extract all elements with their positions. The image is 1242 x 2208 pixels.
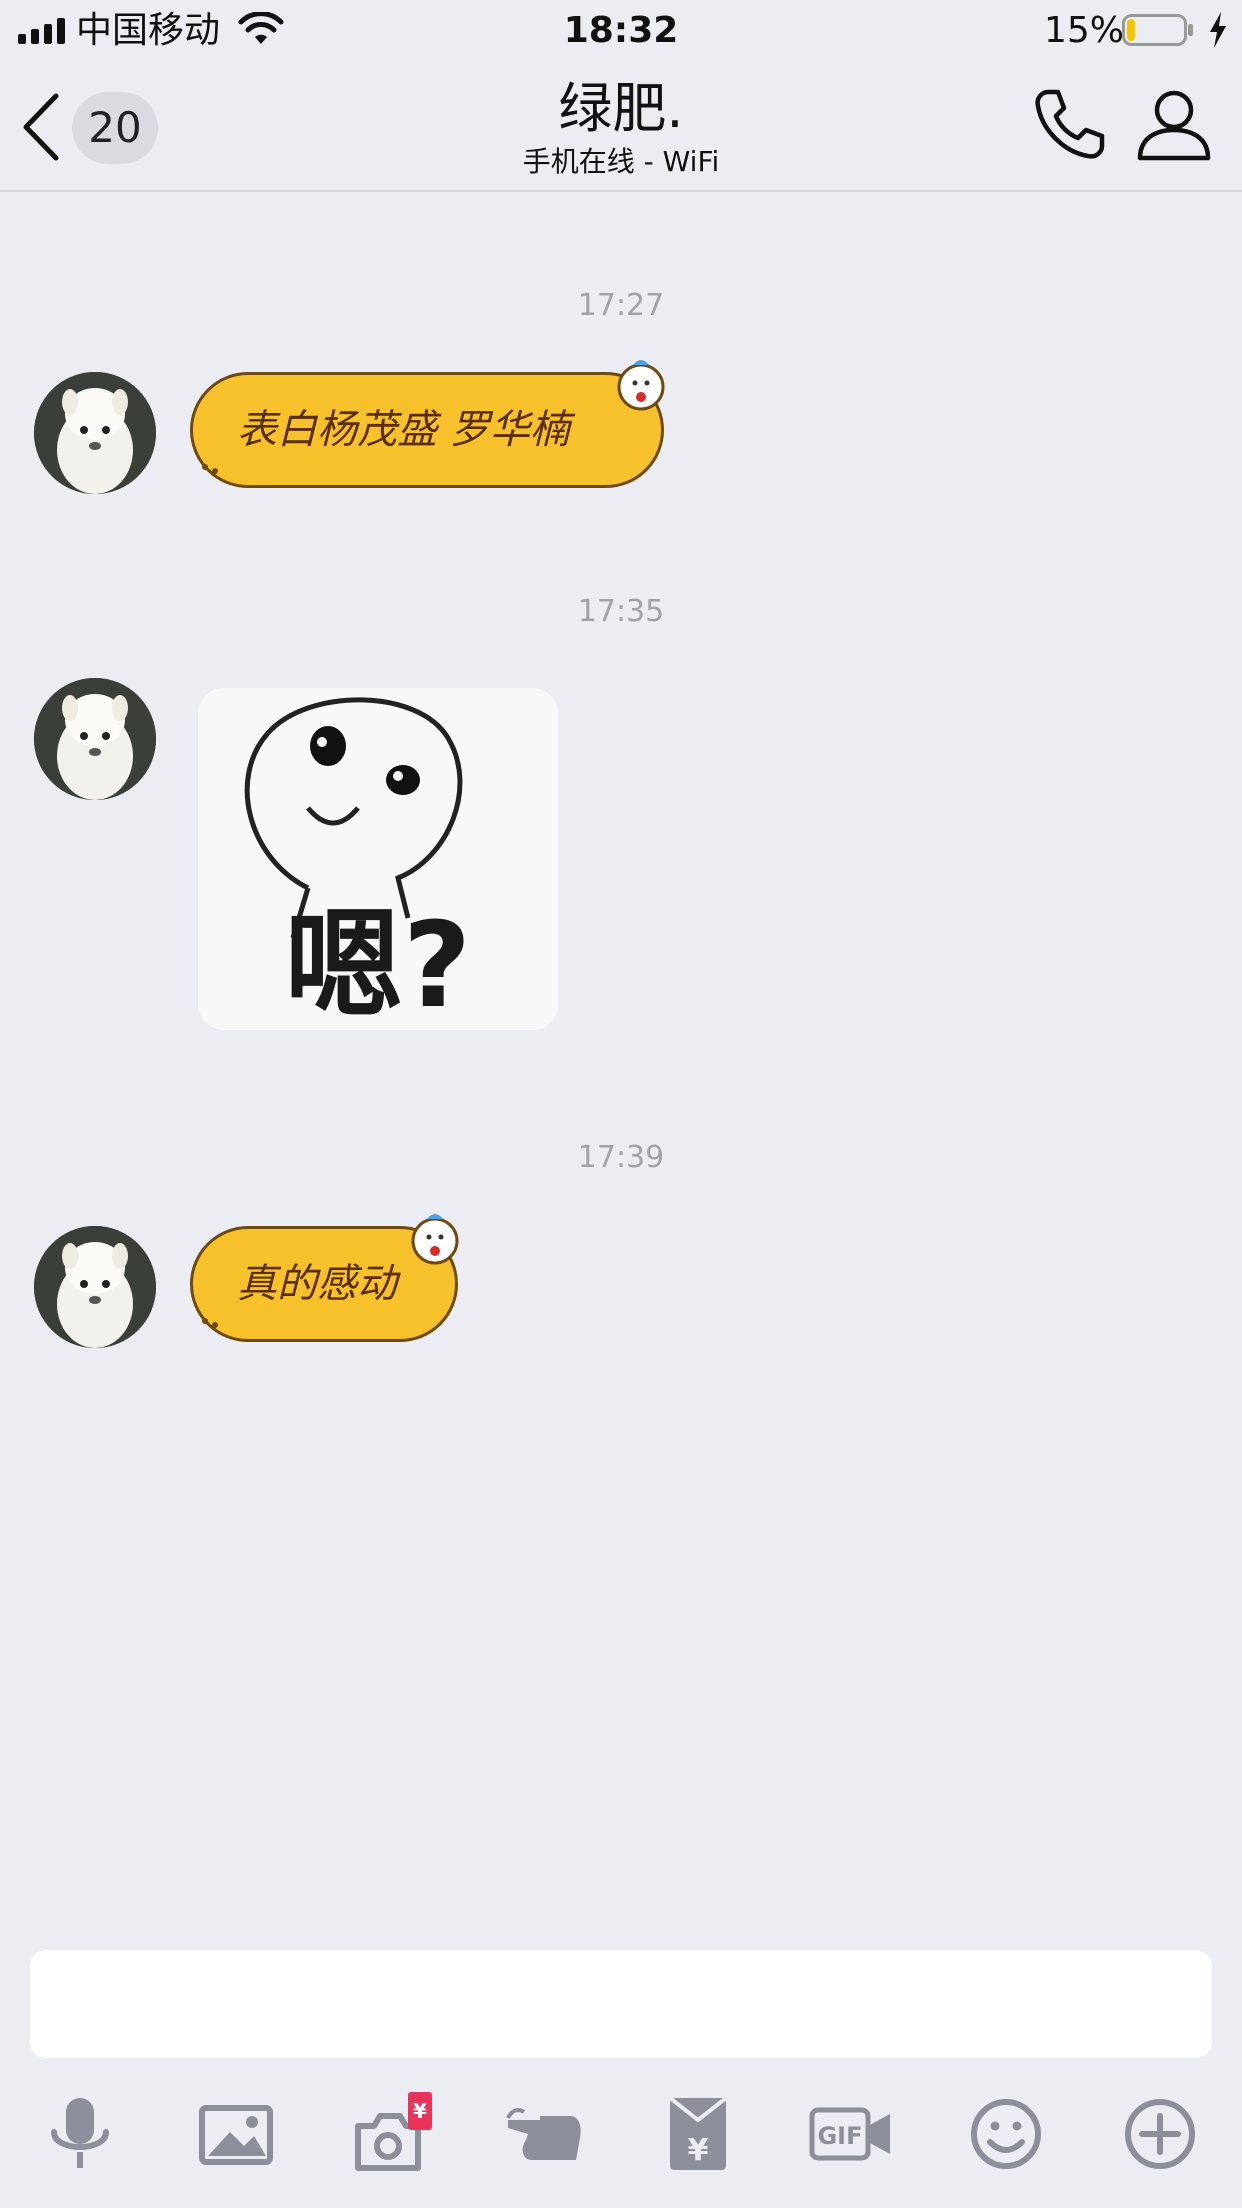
emoji-icon[interactable] bbox=[966, 2090, 1046, 2178]
message-text: 真的感动 bbox=[237, 1261, 397, 1307]
camera-badge: ¥ bbox=[413, 2099, 427, 2123]
avatar[interactable] bbox=[34, 678, 156, 800]
message-bubble[interactable]: 真的感动 bbox=[190, 1214, 459, 1342]
image-message[interactable]: 嗯? bbox=[198, 688, 558, 1030]
battery-percent: 15% bbox=[1044, 10, 1125, 51]
input-toolbar: ¥ ¥ GIF bbox=[0, 2090, 1242, 2178]
nav-bar: 20 绿肥. 手机在线 - WiFi bbox=[0, 62, 1242, 192]
alpaca-avatar-icon bbox=[34, 372, 156, 494]
message-timestamp: 17:35 bbox=[577, 594, 665, 629]
phone-call-icon[interactable] bbox=[1030, 86, 1106, 162]
plus-icon[interactable] bbox=[1120, 2090, 1200, 2178]
alpaca-avatar-icon bbox=[34, 678, 156, 800]
gif-icon[interactable]: GIF bbox=[808, 2090, 894, 2178]
bubble-sticker-icon bbox=[411, 1214, 459, 1265]
message-text: 表白杨茂盛 罗华楠 bbox=[237, 407, 570, 453]
bubble-dots-icon bbox=[202, 1318, 218, 1328]
red-packet-icon[interactable]: ¥ bbox=[658, 2090, 738, 2178]
charging-icon bbox=[1210, 12, 1226, 48]
poke-icon[interactable] bbox=[504, 2090, 584, 2178]
camera-icon[interactable]: ¥ bbox=[352, 2090, 432, 2178]
avatar[interactable] bbox=[34, 372, 156, 494]
message-timestamp: 17:39 bbox=[577, 1140, 665, 1175]
avatar[interactable] bbox=[34, 1226, 156, 1348]
message-input[interactable] bbox=[30, 1950, 1212, 2058]
image-caption: 嗯? bbox=[285, 896, 471, 1030]
status-bar: 中国移动 18:32 15% bbox=[0, 0, 1242, 62]
image-icon[interactable] bbox=[196, 2090, 276, 2178]
battery-icon bbox=[1122, 14, 1193, 46]
alpaca-avatar-icon bbox=[34, 1226, 156, 1348]
bubble-dots-icon bbox=[202, 464, 218, 474]
message-timestamp: 17:27 bbox=[577, 288, 665, 323]
bubble-sticker-icon bbox=[617, 360, 665, 411]
profile-icon[interactable] bbox=[1136, 86, 1212, 162]
svg-text:GIF: GIF bbox=[817, 2122, 862, 2150]
message-bubble[interactable]: 表白杨茂盛 罗华楠 bbox=[190, 360, 665, 488]
microphone-icon[interactable] bbox=[40, 2090, 120, 2178]
svg-text:¥: ¥ bbox=[688, 2133, 709, 2168]
meme-sticker-image: 嗯? bbox=[198, 688, 558, 1030]
